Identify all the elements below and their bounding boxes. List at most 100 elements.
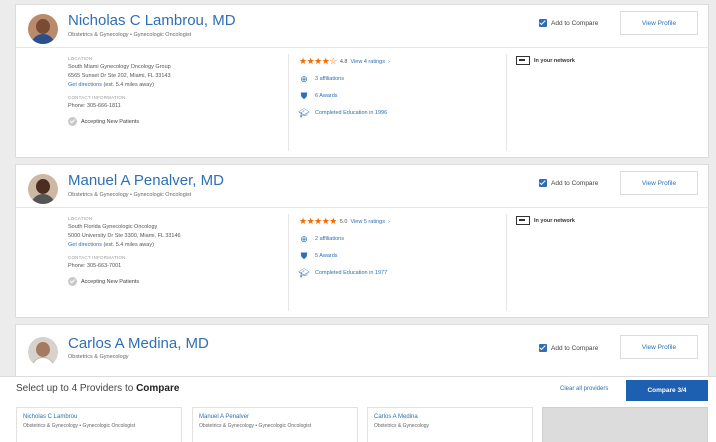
compare-title-prefix: Select up to 4 Providers to [16,383,137,394]
add-to-compare-checkbox[interactable]: Add to Compare [539,344,598,352]
add-to-compare-label: Add to Compare [551,179,599,187]
compare-slot[interactable]: Carlos A Medina Obstetrics & Gynecology [367,407,533,442]
divider [506,214,507,311]
provider-card: Carlos A Medina, MD Obstetrics & Gynecol… [15,324,709,384]
affiliations-row[interactable]: ⊕ 3 affiliations [299,74,499,84]
award-shield-icon: ⛊ [300,250,308,261]
rating-value: 4.8 [339,58,348,65]
network-label: In your network [534,57,575,64]
compare-tray-title: Select up to 4 Providers to Compare [16,383,179,394]
compare-slot[interactable]: Nicholas C Lambrou Obstetrics & Gynecolo… [16,407,182,442]
checkbox-checked-icon [539,344,547,352]
education-link[interactable]: Completed Education in 1996 [315,110,387,116]
compare-slot[interactable]: Manuel A Penalver Obstetrics & Gynecolog… [192,407,358,442]
compare-slot-name[interactable]: Nicholas C Lambrou [23,414,175,420]
practice-name: South Miami Gynecology Oncology Group [68,64,171,70]
compare-tray: Select up to 4 Providers to Compare Clea… [0,376,716,442]
view-profile-button[interactable]: View Profile [620,335,698,359]
clear-all-providers-link[interactable]: Clear all providers [560,386,608,392]
location-label: LOCATION [68,56,93,61]
network-status: In your network [516,216,575,225]
add-to-compare-checkbox[interactable]: Add to Compare [539,179,598,187]
phone-number[interactable]: Phone: 305-666-1811 [68,102,283,111]
ratings-column: ★★★★☆ 4.8 View 4 ratings › ⊕ 3 affiliati… [298,56,499,118]
view-ratings-link[interactable]: View 5 ratings [351,219,385,225]
education-row[interactable]: 🎓︎ Completed Education in 1977 [298,267,499,278]
accepting-patients-label: Accepting New Patients [81,118,140,125]
provider-specialties: Obstetrics & Gynecology • Gynecologic On… [68,192,192,198]
get-directions-link[interactable]: Get directions [68,242,102,248]
practice-address: 5000 University Dr Ste 3300, Miami, FL 3… [68,233,181,239]
checkbox-checked-icon [539,19,547,27]
provider-specialties: Obstetrics & Gynecology • Gynecologic On… [68,32,192,38]
provider-photo[interactable] [28,14,58,44]
provider-card-header: Nicholas C Lambrou, MD Obstetrics & Gyne… [16,5,708,47]
provider-card-header: Manuel A Penalver, MD Obstetrics & Gynec… [16,165,708,207]
insurance-card-icon [516,56,530,65]
view-profile-button[interactable]: View Profile [620,11,698,35]
accepting-patients: Accepting New Patients [68,277,283,286]
education-row[interactable]: 🎓︎ Completed Education in 1996 [298,107,499,118]
graduation-cap-icon: 🎓︎ [298,107,310,118]
awards-link[interactable]: 5 Awards [315,253,338,259]
provider-photo[interactable] [28,337,58,367]
star-rating-icon: ★★★★★ [299,216,337,226]
check-circle-icon [68,117,77,126]
divider [288,214,289,311]
ratings-column: ★★★★★ 5.0 View 5 ratings › ⊕ 2 affiliati… [298,216,499,278]
awards-row[interactable]: ⛊ 5 Awards [299,251,499,261]
view-ratings-link[interactable]: View 4 ratings [351,59,385,65]
affiliations-row[interactable]: ⊕ 2 affiliations [299,234,499,244]
compare-slot-empty [542,407,708,442]
provider-results-page: Nicholas C Lambrou, MD Obstetrics & Gyne… [0,0,716,442]
provider-name-link[interactable]: Carlos A Medina, MD [68,335,209,352]
hospital-network-icon: ⊕ [300,73,308,84]
compare-slot-name[interactable]: Manuel A Penalver [199,414,351,420]
affiliations-link[interactable]: 3 affiliations [315,76,344,82]
phone-number[interactable]: Phone: 305-663-7001 [68,262,283,271]
compare-title-bold: Compare [136,383,180,394]
provider-card-header: Carlos A Medina, MD Obstetrics & Gynecol… [16,325,708,375]
location-label: LOCATION [68,216,93,221]
compare-slot-name[interactable]: Carlos A Medina [374,414,526,420]
provider-specialties: Obstetrics & Gynecology [68,354,129,360]
hospital-network-icon: ⊕ [300,233,308,244]
awards-link[interactable]: 6 Awards [315,93,338,99]
provider-card: Nicholas C Lambrou, MD Obstetrics & Gyne… [15,4,709,158]
compare-slot-specialty: Obstetrics & Gynecology • Gynecologic On… [23,423,136,429]
rating-value: 5.0 [339,218,348,225]
divider [288,54,289,151]
provider-photo[interactable] [28,174,58,204]
education-link[interactable]: Completed Education in 1977 [315,270,387,276]
distance-text: (est. 5.4 miles away) [103,242,154,248]
award-shield-icon: ⛊ [300,90,308,101]
add-to-compare-checkbox[interactable]: Add to Compare [539,19,598,27]
rating-row: ★★★★★ 5.0 View 5 ratings › [299,216,499,227]
divider [506,54,507,151]
provider-name-link[interactable]: Nicholas C Lambrou, MD [68,12,236,29]
contact-label: CONTACT INFORMATION [68,255,126,260]
insurance-card-icon [516,216,530,225]
location-contact-column: LOCATION South Florida Gynecologic Oncol… [68,216,283,286]
provider-card-body: LOCATION South Florida Gynecologic Oncol… [16,207,708,317]
view-profile-button[interactable]: View Profile [620,171,698,195]
checkbox-checked-icon [539,179,547,187]
affiliations-link[interactable]: 2 affiliations [315,236,344,242]
awards-row[interactable]: ⛊ 6 Awards [299,91,499,101]
add-to-compare-label: Add to Compare [551,344,599,352]
provider-card-body: LOCATION South Miami Gynecology Oncology… [16,47,708,157]
get-directions-link[interactable]: Get directions [68,82,102,88]
accepting-patients: Accepting New Patients [68,117,283,126]
network-label: In your network [534,217,575,224]
practice-address: 6565 Sunset Dr Ste 202, Miami, FL 33143 [68,73,171,79]
graduation-cap-icon: 🎓︎ [298,267,310,278]
provider-name-link[interactable]: Manuel A Penalver, MD [68,172,224,189]
compare-button[interactable]: Compare 3/4 [626,380,708,401]
chevron-right-icon: › [387,58,390,65]
compare-slot-specialty: Obstetrics & Gynecology [374,423,430,429]
check-circle-icon [68,277,77,286]
network-status: In your network [516,56,575,65]
chevron-right-icon: › [387,218,390,225]
star-rating-icon: ★★★★☆ [299,56,337,66]
practice-name: South Florida Gynecologic Oncology [68,224,158,230]
